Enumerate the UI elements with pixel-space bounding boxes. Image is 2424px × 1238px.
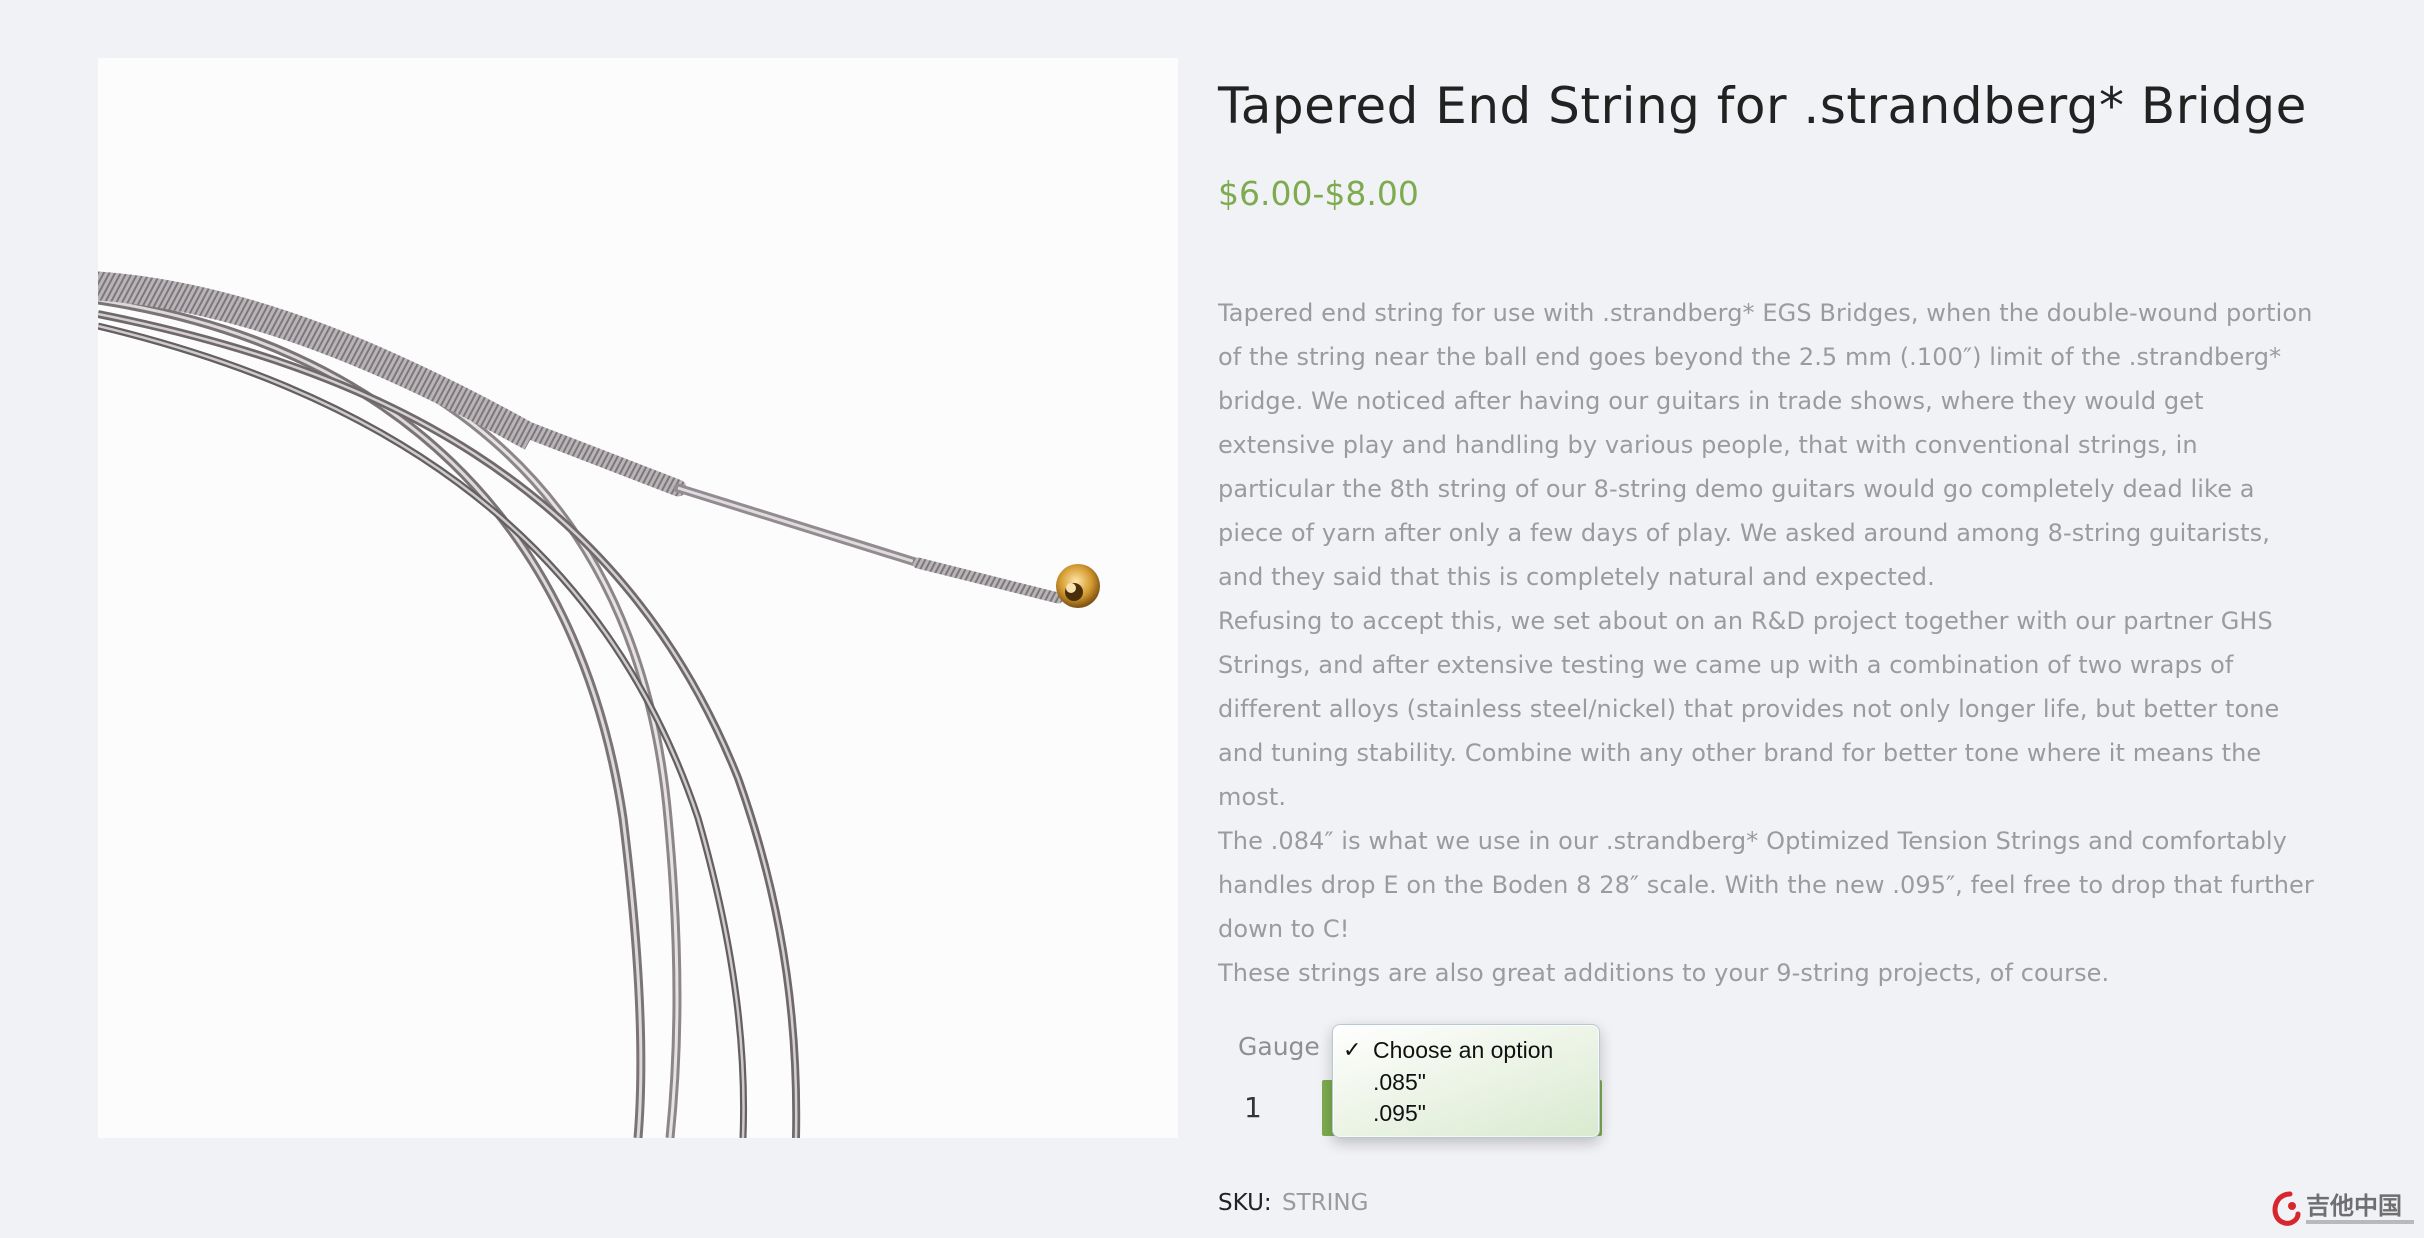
product-description: Tapered end string for use with .strandb… — [1218, 291, 2318, 995]
watermark-text: 吉他中国 — [2306, 1192, 2402, 1220]
dropdown-option-085[interactable]: .085" — [1373, 1067, 1426, 1097]
product-price: $6.00-$8.00 — [1218, 174, 1419, 213]
description-paragraph: These strings are also great additions t… — [1218, 959, 2110, 987]
dropdown-option-095[interactable]: .095" — [1373, 1098, 1426, 1128]
description-paragraph: The .084″ is what we use in our .strandb… — [1218, 827, 2314, 943]
checkmark-icon: ✓ — [1343, 1037, 1362, 1062]
sku-label: SKU: — [1218, 1190, 1272, 1216]
quantity-input[interactable]: 1 — [1230, 1088, 1296, 1128]
dropdown-option-choose[interactable]: Choose an option — [1373, 1035, 1553, 1065]
product-image[interactable] — [98, 58, 1178, 1138]
description-paragraph: Tapered end string for use with .strandb… — [1218, 299, 2313, 591]
product-title: Tapered End String for .strandberg* Brid… — [1218, 77, 2307, 135]
guitar-china-logo-icon: 吉他中国 — [2268, 1186, 2418, 1232]
sku-value: STRING — [1282, 1190, 1369, 1216]
gauge-label: Gauge — [1238, 1032, 1320, 1061]
gauge-select-dropdown[interactable]: ✓ Choose an option .085" .095" — [1332, 1024, 1600, 1138]
description-paragraph: Refusing to accept this, we set about on… — [1218, 607, 2280, 811]
